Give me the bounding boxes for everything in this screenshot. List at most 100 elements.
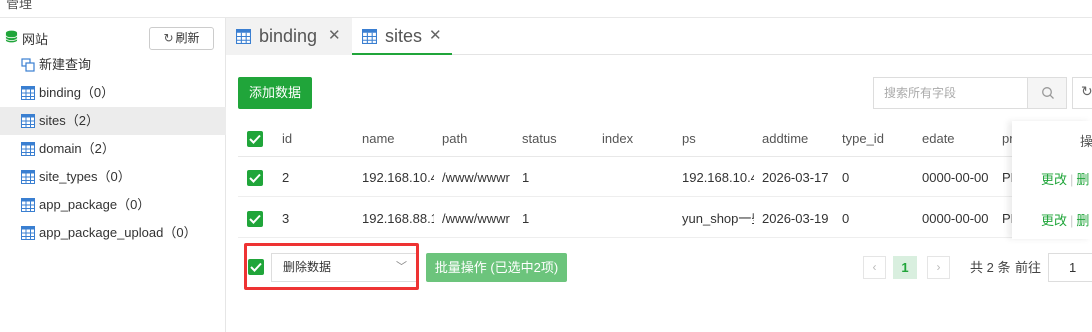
tab-label: sites — [385, 26, 423, 46]
column-header[interactable]: path — [442, 121, 467, 156]
divider: | — [1070, 213, 1074, 228]
cell-addtime: 2026-03-17 — [762, 170, 829, 185]
cell-status: 1 — [522, 170, 530, 185]
sidebar-item-sites[interactable]: sites（2） — [0, 107, 226, 135]
sidebar-item-label: domain（2） — [39, 141, 115, 156]
cell-edate: 0000-00-00 — [922, 211, 989, 226]
bulk-operation-button[interactable]: 批量操作 (已选中2项) — [426, 253, 567, 282]
cell-index — [602, 198, 674, 237]
table-icon — [21, 198, 35, 212]
cell-id: 3 — [282, 211, 290, 226]
table-refresh-button[interactable]: ↻ — [1072, 77, 1092, 109]
tab-binding[interactable]: binding ✕ — [226, 18, 352, 55]
close-icon[interactable]: ✕ — [328, 18, 341, 54]
column-header[interactable]: addtime — [762, 121, 808, 156]
table-row[interactable]: 3 192.168.88.1 /www/wwwr 1 yun_shop一些 20… — [238, 198, 1092, 238]
refresh-icon: ↻ — [1081, 83, 1092, 99]
search-input[interactable]: 搜索所有字段 — [873, 77, 1028, 109]
select-all-checkbox[interactable] — [247, 131, 263, 147]
goto-page-input[interactable]: 1 — [1048, 253, 1092, 282]
divider: | — [1070, 172, 1074, 187]
cell-name: 192.168.88.1 — [362, 211, 434, 226]
column-header[interactable]: id — [282, 121, 292, 156]
sidebar-item-site-types[interactable]: site_types（0） — [0, 163, 226, 191]
table-header: id name path status index ps addtime typ… — [238, 121, 1092, 157]
refresh-button[interactable]: ↻ 刷新 — [149, 27, 214, 50]
sidebar-item-label: sites（2） — [39, 113, 99, 128]
table-icon — [21, 170, 35, 184]
window-title-bar: 管理 — [0, 0, 1092, 18]
query-icon — [21, 58, 35, 72]
tab-bar: binding ✕ sites ✕ — [226, 18, 1092, 55]
cell-type-id: 0 — [842, 170, 850, 185]
data-table: id name path status index ps addtime typ… — [238, 121, 1092, 239]
total-count: 共 2 条 — [970, 260, 1011, 275]
delete-link[interactable]: 删 — [1076, 213, 1089, 228]
cell-status: 1 — [522, 211, 530, 226]
search-button[interactable] — [1027, 77, 1067, 109]
refresh-icon: ↻ — [163, 31, 174, 45]
table-icon — [236, 29, 251, 44]
edit-link[interactable]: 更改 — [1041, 172, 1067, 187]
delete-link[interactable]: 删 — [1076, 172, 1089, 187]
sidebar-item-label: app_package（0） — [39, 197, 151, 212]
cell-edate: 0000-00-00 — [922, 170, 989, 185]
row-actions: 更改 | 删 — [1041, 169, 1089, 188]
sidebar: 网站 ↻ 刷新 新建查询 binding（0） sites（2） domain（2… — [0, 18, 226, 332]
cell-index — [602, 157, 674, 196]
column-header[interactable]: edate — [922, 121, 955, 156]
cell-type-id: 0 — [842, 211, 850, 226]
database-header: 网站 ↻ 刷新 — [0, 18, 226, 54]
page-number-current[interactable]: 1 — [893, 256, 917, 279]
cell-id: 2 — [282, 170, 290, 185]
table-icon — [21, 226, 35, 240]
cell-path: /www/wwwr — [442, 170, 510, 185]
sidebar-item-domain[interactable]: domain（2） — [0, 135, 226, 163]
table-row[interactable]: 2 192.168.10.4 /www/wwwr 1 192.168.10.4 … — [238, 157, 1092, 197]
table-icon — [21, 86, 35, 100]
prev-page-button[interactable]: ‹ — [863, 256, 886, 279]
sidebar-item-label: 新建查询 — [39, 57, 92, 72]
cell-name: 192.168.10.4 — [362, 170, 434, 185]
sidebar-item-app-package[interactable]: app_package（0） — [0, 191, 226, 219]
row-checkbox[interactable] — [247, 170, 263, 186]
row-checkbox[interactable] — [247, 211, 263, 227]
check-icon — [249, 134, 261, 144]
search-icon — [1042, 87, 1054, 99]
sidebar-item-label: binding（0） — [39, 85, 115, 100]
next-page-button[interactable]: › — [927, 256, 950, 279]
close-icon[interactable]: ✕ — [429, 18, 442, 54]
database-icon — [5, 30, 18, 43]
cell-ps: yun_shop一些 — [682, 211, 754, 226]
highlight-outline — [244, 243, 419, 290]
table-icon — [21, 114, 35, 128]
window-title: 管理 — [6, 0, 33, 11]
sidebar-item-new-query[interactable]: 新建查询 — [0, 51, 226, 79]
cell-path: /www/wwwr — [442, 211, 510, 226]
cell-ps: 192.168.10.4 — [682, 170, 754, 185]
row-actions: 更改 | 删 — [1041, 210, 1089, 229]
column-header: 操 — [1080, 134, 1092, 149]
refresh-label: 刷新 — [175, 31, 200, 45]
check-icon — [249, 173, 261, 183]
edit-link[interactable]: 更改 — [1041, 213, 1067, 228]
cell-addtime: 2026-03-19 — [762, 211, 829, 226]
tab-label: binding — [259, 26, 318, 46]
goto-label: 前往 — [1015, 260, 1042, 275]
operations-column: 操 更改 | 删 更改 | 删 — [1012, 121, 1092, 239]
tab-sites[interactable]: sites ✕ — [352, 18, 452, 55]
table-icon — [21, 142, 35, 156]
sidebar-item-app-package-upload[interactable]: app_package_upload（0） — [0, 219, 226, 247]
database-label[interactable]: 网站 — [22, 29, 48, 48]
sidebar-item-label: site_types（0） — [39, 169, 131, 184]
column-header[interactable]: status — [522, 121, 557, 156]
sidebar-item-label: app_package_upload（0） — [39, 225, 197, 240]
column-header[interactable]: ps — [682, 121, 696, 156]
column-header[interactable]: type_id — [842, 121, 884, 156]
table-icon — [362, 29, 377, 44]
column-header[interactable]: index — [602, 121, 633, 156]
add-data-button[interactable]: 添加数据 — [238, 77, 312, 109]
sidebar-item-binding[interactable]: binding（0） — [0, 79, 226, 107]
column-header[interactable]: name — [362, 121, 395, 156]
check-icon — [249, 214, 261, 224]
